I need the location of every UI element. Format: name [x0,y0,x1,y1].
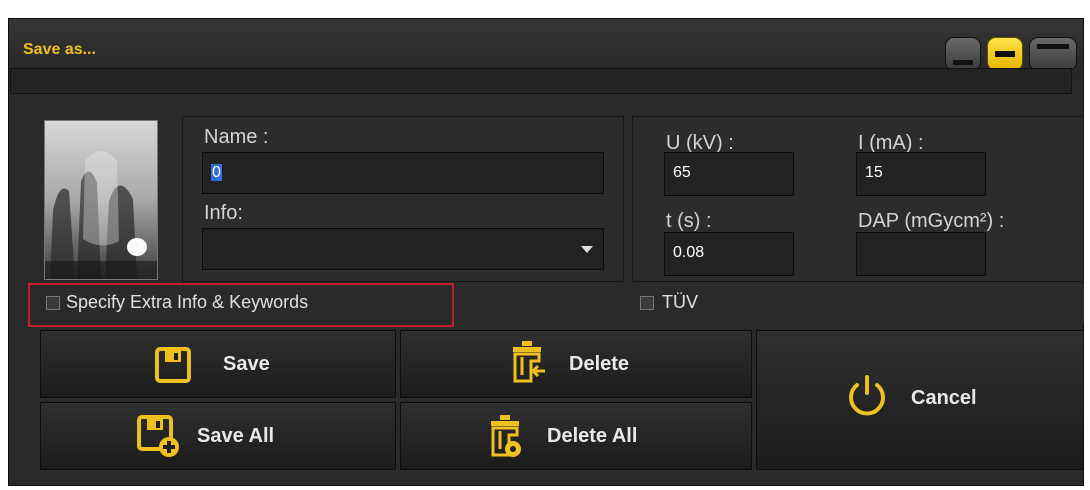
info-dropdown[interactable] [202,228,604,270]
cancel-button[interactable]: Cancel [756,330,1084,470]
name-value: 0 [211,164,222,181]
save-all-label: Save All [197,425,275,447]
trash-icon [513,341,545,383]
current-value: 15 [865,164,883,181]
delete-button[interactable]: Delete [400,330,752,398]
name-field[interactable]: 0 [202,152,604,194]
dialog-title: Save as... [23,41,96,58]
xray-thumbnail [44,120,158,280]
delete-all-button[interactable]: Delete All [400,402,752,470]
info-label: Info: [204,202,243,224]
voltage-value: 65 [673,164,691,181]
delete-label: Delete [569,353,630,375]
time-value: 0.08 [673,244,705,261]
voltage-field[interactable]: 65 [664,152,794,196]
save-all-button[interactable]: Save All [40,402,396,470]
minimize-icon [953,60,973,65]
maximize-button[interactable] [987,37,1023,71]
tuv-checkbox[interactable] [640,296,654,310]
chevron-down-icon [581,246,593,253]
minimize-button[interactable] [945,37,981,71]
time-label: t (s) : [666,210,712,232]
tuv-label[interactable]: TÜV [662,292,698,313]
header-strip [10,68,1072,94]
name-label: Name : [204,126,269,148]
maximize-icon [995,51,1015,57]
dap-field[interactable] [856,232,986,276]
extra-info-checkbox[interactable] [46,296,60,310]
save-all-icon [137,415,179,457]
time-field[interactable]: 0.08 [664,232,794,276]
power-icon [849,375,885,416]
floppy-icon [155,347,191,383]
delete-all-label: Delete All [547,425,638,447]
current-field[interactable]: 15 [856,152,986,196]
extra-info-label[interactable]: Specify Extra Info & Keywords [66,292,308,313]
save-label: Save [223,353,270,375]
cancel-label: Cancel [911,387,977,409]
close-button[interactable] [1029,37,1077,71]
close-icon [1037,44,1069,49]
save-button[interactable]: Save [40,330,396,398]
dap-label: DAP (mGycm²) : [858,210,1005,232]
trash-all-icon [491,415,521,457]
xray-image [45,121,157,279]
